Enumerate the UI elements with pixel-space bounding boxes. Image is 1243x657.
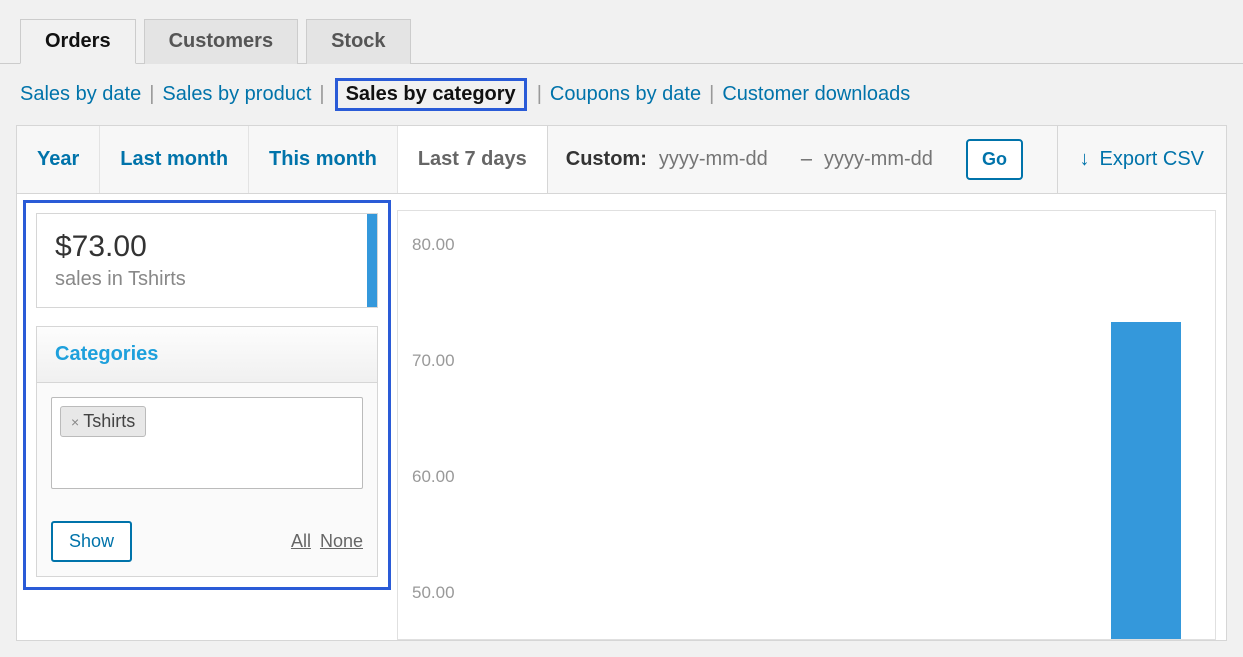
y-tick: 80.00 bbox=[412, 235, 455, 351]
sidebar-panel: $73.00 sales in Tshirts Categories × Tsh… bbox=[23, 200, 391, 590]
main-tabs: Orders Customers Stock bbox=[0, 0, 1243, 64]
subnav-sales-by-category[interactable]: Sales by category bbox=[335, 78, 527, 111]
summary-card[interactable]: $73.00 sales in Tshirts bbox=[36, 213, 378, 308]
report-subnav: Sales by date | Sales by product | Sales… bbox=[0, 64, 1243, 125]
tab-stock[interactable]: Stock bbox=[306, 19, 410, 64]
range-this-month[interactable]: This month bbox=[249, 126, 398, 193]
date-range-bar: Year Last month This month Last 7 days C… bbox=[17, 126, 1226, 194]
range-custom: Custom: – Go bbox=[548, 126, 1058, 193]
go-button[interactable]: Go bbox=[966, 139, 1023, 180]
tab-customers[interactable]: Customers bbox=[144, 19, 298, 64]
chart-column: 80.00 70.00 60.00 50.00 bbox=[397, 194, 1226, 640]
category-tag[interactable]: × Tshirts bbox=[60, 406, 146, 437]
report-container: Year Last month This month Last 7 days C… bbox=[16, 125, 1227, 641]
subnav-sales-by-product[interactable]: Sales by product bbox=[162, 83, 311, 106]
summary-text: sales in Tshirts bbox=[55, 268, 359, 291]
y-axis: 80.00 70.00 60.00 50.00 bbox=[412, 235, 455, 640]
y-tick: 50.00 bbox=[412, 583, 455, 640]
categories-footer: Show All None bbox=[37, 503, 377, 576]
category-tag-label: Tshirts bbox=[83, 411, 135, 432]
custom-label: Custom: bbox=[566, 148, 647, 171]
export-csv-label: Export CSV bbox=[1100, 148, 1204, 171]
separator: | bbox=[319, 83, 324, 106]
date-dash: – bbox=[801, 148, 812, 171]
subnav-coupons-by-date[interactable]: Coupons by date bbox=[550, 83, 701, 106]
y-tick: 70.00 bbox=[412, 351, 455, 467]
range-last-7-days[interactable]: Last 7 days bbox=[398, 126, 548, 193]
select-all-link[interactable]: All bbox=[291, 531, 311, 551]
select-none-link[interactable]: None bbox=[320, 531, 363, 551]
chart-bar bbox=[1111, 322, 1181, 639]
remove-icon[interactable]: × bbox=[71, 414, 79, 430]
range-year[interactable]: Year bbox=[17, 126, 100, 193]
separator: | bbox=[149, 83, 154, 106]
date-from-input[interactable] bbox=[659, 148, 789, 171]
range-last-month[interactable]: Last month bbox=[100, 126, 249, 193]
tab-orders[interactable]: Orders bbox=[20, 19, 136, 64]
y-tick: 60.00 bbox=[412, 467, 455, 583]
export-csv-button[interactable]: ↓ Export CSV bbox=[1058, 126, 1226, 193]
subnav-customer-downloads[interactable]: Customer downloads bbox=[722, 83, 910, 106]
sales-chart: 80.00 70.00 60.00 50.00 bbox=[397, 210, 1216, 640]
separator: | bbox=[709, 83, 714, 106]
date-to-input[interactable] bbox=[824, 148, 954, 171]
report-body: $73.00 sales in Tshirts Categories × Tsh… bbox=[17, 194, 1226, 640]
categories-body: × Tshirts bbox=[37, 383, 377, 503]
subnav-sales-by-date[interactable]: Sales by date bbox=[20, 83, 141, 106]
categories-card: Categories × Tshirts Show All None bbox=[36, 326, 378, 577]
category-select[interactable]: × Tshirts bbox=[51, 397, 363, 489]
download-icon: ↓ bbox=[1080, 148, 1090, 171]
all-none-links: All None bbox=[287, 531, 363, 552]
show-button[interactable]: Show bbox=[51, 521, 132, 562]
summary-amount: $73.00 bbox=[55, 230, 359, 264]
separator: | bbox=[537, 83, 542, 106]
categories-header: Categories bbox=[37, 327, 377, 383]
